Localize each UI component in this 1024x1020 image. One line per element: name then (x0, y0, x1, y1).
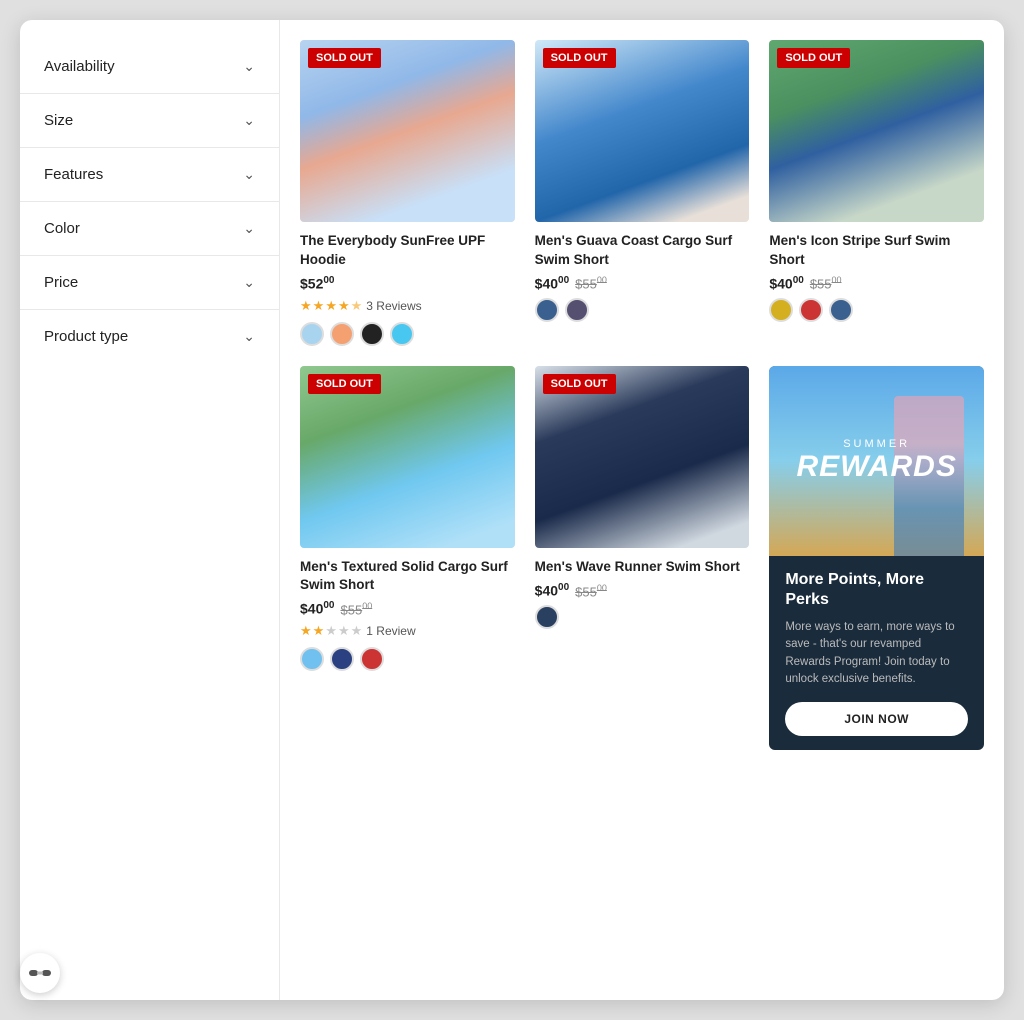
product-card-p1: Sold out The Everybody SunFree UPF Hoodie… (300, 40, 515, 346)
product-card-p2: Sold out Men's Guava Coast Cargo Surf Swi… (535, 40, 750, 346)
bottom-icon[interactable] (20, 953, 60, 993)
color-swatch[interactable] (300, 647, 324, 671)
sold-out-badge: Sold out (543, 374, 616, 394)
color-swatch[interactable] (330, 647, 354, 671)
filter-price[interactable]: Price ⌄ (20, 256, 279, 310)
product-price-row: $4000 $5500 (535, 582, 750, 599)
color-swatches (535, 298, 750, 322)
sold-out-badge: Sold out (308, 48, 381, 68)
join-now-button[interactable]: JOIN NOW (785, 702, 968, 736)
stars-row: ★★★★★1 Review (300, 623, 515, 639)
color-swatches (300, 322, 515, 346)
product-image-wrap[interactable]: Sold out (535, 366, 750, 548)
product-name[interactable]: Men's Textured Solid Cargo Surf Swim Sho… (300, 558, 515, 594)
reviews-count: 3 Reviews (366, 299, 421, 313)
price-original: $5500 (575, 275, 607, 291)
color-swatch[interactable] (360, 322, 384, 346)
color-swatches (535, 605, 750, 629)
price-current: $4000 (300, 600, 334, 617)
chevron-icon: ⌄ (243, 220, 255, 237)
color-swatch[interactable] (535, 298, 559, 322)
color-swatches (769, 298, 984, 322)
star-icon: ★ (338, 623, 350, 639)
color-swatch[interactable] (535, 605, 559, 629)
product-card-p3: Sold out Men's Icon Stripe Surf Swim Shor… (769, 40, 984, 346)
product-price-row: $4000 $5500 (535, 275, 750, 292)
color-swatch[interactable] (565, 298, 589, 322)
filter-color[interactable]: Color ⌄ (20, 202, 279, 256)
product-image-wrap[interactable]: Sold out (300, 366, 515, 548)
color-swatch[interactable] (799, 298, 823, 322)
filter-product_type[interactable]: Product type ⌄ (20, 310, 279, 363)
star-icon: ★ (325, 298, 337, 314)
chevron-icon: ⌄ (243, 112, 255, 129)
color-swatch[interactable] (330, 322, 354, 346)
rewards-card: Summer REWARDS More Points, More Perks M… (769, 366, 984, 751)
color-swatch[interactable] (390, 322, 414, 346)
product-price-row: $4000 $5500 (300, 600, 515, 617)
sold-out-badge: Sold out (543, 48, 616, 68)
star-icon: ★ (313, 298, 325, 314)
color-swatches (300, 647, 515, 671)
chevron-icon: ⌄ (243, 328, 255, 345)
chevron-icon: ⌄ (243, 274, 255, 291)
price-original: $5500 (575, 583, 607, 599)
filter-label-size: Size (44, 112, 73, 129)
price-current: $4000 (769, 275, 803, 292)
product-image-wrap[interactable]: Sold out (769, 40, 984, 222)
product-name[interactable]: The Everybody SunFree UPF Hoodie (300, 232, 515, 268)
product-image-wrap[interactable]: Sold out (535, 40, 750, 222)
price-current: $5200 (300, 275, 334, 292)
product-card-p5: Sold out Men's Wave Runner Swim Short $400… (535, 366, 750, 751)
star-icon: ★ (313, 623, 325, 639)
product-name[interactable]: Men's Guava Coast Cargo Surf Swim Short (535, 232, 750, 268)
stars: ★★★★★ (300, 623, 362, 639)
product-card-p4: Sold out Men's Textured Solid Cargo Surf … (300, 366, 515, 751)
filter-availability[interactable]: Availability ⌄ (20, 40, 279, 94)
product-name[interactable]: Men's Icon Stripe Surf Swim Short (769, 232, 984, 268)
rewards-title: More Points, More Perks (785, 570, 968, 612)
filter-features[interactable]: Features ⌄ (20, 148, 279, 202)
rewards-summer-label: Summer (843, 438, 910, 450)
rewards-image: Summer REWARDS (769, 366, 984, 556)
product-image-wrap[interactable]: Sold out (300, 40, 515, 222)
star-icon: ★ (300, 623, 312, 639)
main-content: Sold out The Everybody SunFree UPF Hoodie… (280, 20, 1004, 1000)
star-icon: ★ (325, 623, 337, 639)
star-icon: ★ (300, 298, 312, 314)
price-original: $5500 (810, 275, 842, 291)
filter-size[interactable]: Size ⌄ (20, 94, 279, 148)
filter-label-color: Color (44, 220, 80, 237)
stars: ★★★★★ (300, 298, 362, 314)
product-price-row: $5200 (300, 275, 515, 292)
filter-label-features: Features (44, 166, 103, 183)
color-swatch[interactable] (360, 647, 384, 671)
rewards-body: More Points, More Perks More ways to ear… (769, 556, 984, 751)
star-icon: ★ (351, 298, 363, 314)
price-current: $4000 (535, 275, 569, 292)
price-original: $5500 (340, 601, 372, 617)
star-icon: ★ (338, 298, 350, 314)
chevron-icon: ⌄ (243, 58, 255, 75)
reviews-count: 1 Review (366, 624, 415, 638)
products-grid: Sold out The Everybody SunFree UPF Hoodie… (300, 40, 984, 750)
color-swatch[interactable] (300, 322, 324, 346)
filter-label-price: Price (44, 274, 78, 291)
filter-label-product_type: Product type (44, 328, 128, 345)
color-swatch[interactable] (829, 298, 853, 322)
product-price-row: $4000 $5500 (769, 275, 984, 292)
sold-out-badge: Sold out (308, 374, 381, 394)
rewards-description: More ways to earn, more ways to save - t… (785, 619, 968, 688)
sold-out-badge: Sold out (777, 48, 850, 68)
star-icon: ★ (351, 623, 363, 639)
product-name[interactable]: Men's Wave Runner Swim Short (535, 558, 750, 576)
rewards-big-label: REWARDS (796, 450, 956, 484)
filter-label-availability: Availability (44, 58, 115, 75)
sidebar: Availability ⌄ Size ⌄ Features ⌄ Color ⌄… (20, 20, 280, 1000)
price-current: $4000 (535, 582, 569, 599)
color-swatch[interactable] (769, 298, 793, 322)
stars-row: ★★★★★3 Reviews (300, 298, 515, 314)
chevron-icon: ⌄ (243, 166, 255, 183)
